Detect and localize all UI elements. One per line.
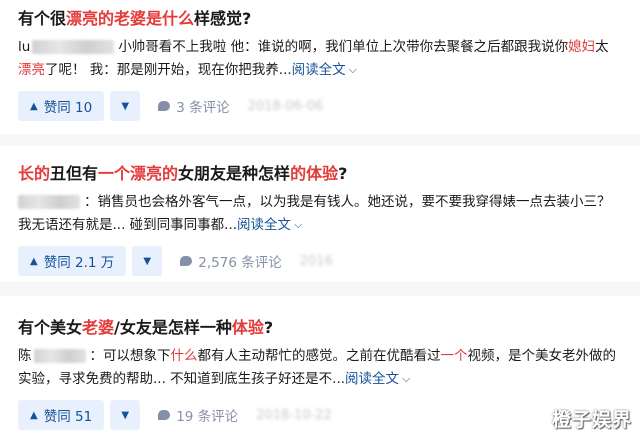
highlighted-text: 什么 bbox=[170, 348, 198, 364]
chevron-down-icon: ⌵ bbox=[294, 218, 303, 231]
answer-card: 有个美女老婆/女友是怎样一种体验? 陈：可以想象下什么都有人主动帮忙的感觉。之前… bbox=[0, 296, 640, 446]
text-segment: 有个很 bbox=[18, 9, 67, 28]
question-title[interactable]: 长的丑但有一个漂亮的女朋友是种怎样的体验? bbox=[18, 163, 622, 185]
chevron-down-icon: ⌵ bbox=[402, 372, 411, 385]
downvote-icon: ▼ bbox=[143, 255, 152, 267]
answer-excerpt[interactable]: ：销售员也会格外客气一点，以为我是有钱人。她还说，要不要我穿得婊一点去装小三？我… bbox=[18, 191, 622, 237]
question-title[interactable]: 有个很漂亮的老婆是什么样感觉? bbox=[18, 8, 622, 30]
highlighted-text: 老婆 bbox=[82, 318, 115, 337]
upvote-button[interactable]: ▲ 赞同 2.1 万 bbox=[18, 246, 127, 276]
downvote-button[interactable]: ▼ bbox=[132, 246, 163, 276]
upvote-icon: ▲ bbox=[30, 100, 38, 112]
highlighted-text: 漂亮 bbox=[18, 62, 45, 78]
question-title[interactable]: 有个美女老婆/女友是怎样一种体验? bbox=[18, 317, 622, 339]
text-segment: ：销售员也会格外客气一点，以为我是有钱人。她还说，要不要我穿得婊一点去装小三？我… bbox=[18, 194, 611, 233]
answer-excerpt[interactable]: 陈：可以想象下什么都有人主动帮忙的感觉。之前在优酷看过一个视频，是个美女老外做的… bbox=[18, 345, 622, 391]
blurred-author bbox=[32, 40, 115, 54]
answer-card: 长的丑但有一个漂亮的女朋友是种怎样的体验? ：销售员也会格外客气一点，以为我是有… bbox=[0, 146, 640, 282]
downvote-icon: ▼ bbox=[121, 409, 130, 421]
text-segment: 都有人主动帮忙的感觉。之前在优酷看过 bbox=[197, 348, 441, 364]
action-bar: ▲ 赞同 10 ▼ 3 条评论 2018-06-06 bbox=[18, 91, 622, 121]
text-segment: 样感觉? bbox=[194, 9, 252, 28]
watermark: 橙子娱界 bbox=[551, 409, 632, 431]
highlighted-text: 一个 bbox=[440, 348, 468, 364]
text-segment: 有个美女 bbox=[18, 318, 83, 337]
text-segment: 了呢！ 我：那是刚开始，现在你把我养... bbox=[45, 62, 292, 78]
highlighted-text: 的体验 bbox=[290, 164, 339, 183]
comment-button[interactable]: 19 条评论 bbox=[158, 405, 238, 425]
highlighted-text: 媳妇 bbox=[568, 39, 596, 55]
text-segment: ? bbox=[263, 318, 274, 337]
action-bar: ▲ 赞同 51 ▼ 19 条评论 2018-10-22 bbox=[18, 400, 622, 430]
text-segment: ? bbox=[338, 164, 348, 183]
comment-icon bbox=[180, 256, 193, 266]
highlighted-text: 一个漂亮的 bbox=[98, 164, 179, 183]
highlighted-text: 漂亮的老婆是什么 bbox=[66, 9, 195, 28]
comment-icon bbox=[158, 101, 171, 111]
author-name[interactable]: 陈 bbox=[18, 345, 90, 368]
text-segment: ：可以想象下 bbox=[89, 348, 171, 364]
answer-excerpt[interactable]: lu 小帅哥看不上我啦 他：谁说的啊，我们单位上次带你去聚餐之后都跟我说你媳妇太漂… bbox=[18, 36, 622, 82]
upvote-icon: ▲ bbox=[30, 255, 38, 267]
comment-icon bbox=[158, 410, 171, 420]
blurred-author bbox=[18, 195, 80, 209]
highlighted-text: 长的 bbox=[18, 164, 51, 183]
answer-date: 2018-10-22 bbox=[256, 407, 332, 423]
text-segment: 丑但有 bbox=[50, 164, 99, 183]
downvote-button[interactable]: ▼ bbox=[110, 400, 141, 430]
upvote-button[interactable]: ▲ 赞同 51 bbox=[18, 400, 105, 430]
text-segment: 小帅哥看不上我啦 他：谁说的啊，我们单位上次带你去聚餐之后都跟我说你 bbox=[118, 39, 569, 55]
highlighted-text: 体验 bbox=[231, 318, 264, 337]
answer-date: 2016 bbox=[299, 253, 333, 269]
read-more-link[interactable]: 阅读全文 ⌵ bbox=[292, 62, 357, 78]
answer-card: 有个很漂亮的老婆是什么样感觉? lu 小帅哥看不上我啦 他：谁说的啊，我们单位上次… bbox=[0, 0, 640, 134]
comment-button[interactable]: 2,576 条评论 bbox=[180, 251, 282, 271]
read-more-link[interactable]: 阅读全文 ⌵ bbox=[237, 217, 302, 233]
downvote-button[interactable]: ▼ bbox=[110, 91, 141, 121]
chevron-down-icon: ⌵ bbox=[348, 63, 358, 76]
upvote-button[interactable]: ▲ 赞同 10 bbox=[18, 91, 105, 121]
author-name[interactable] bbox=[18, 191, 84, 214]
text-segment: 太 bbox=[595, 39, 609, 55]
text-segment: 女朋友是种怎样 bbox=[178, 164, 291, 183]
upvote-icon: ▲ bbox=[30, 409, 38, 421]
author-name[interactable]: lu bbox=[18, 36, 118, 59]
answer-date: 2018-06-06 bbox=[247, 98, 324, 114]
read-more-link[interactable]: 阅读全文 ⌵ bbox=[345, 371, 410, 387]
blurred-author bbox=[33, 349, 86, 363]
comment-button[interactable]: 3 条评论 bbox=[158, 96, 230, 116]
downvote-icon: ▼ bbox=[121, 100, 130, 112]
text-segment: /女友是怎样一种 bbox=[114, 318, 232, 337]
action-bar: ▲ 赞同 2.1 万 ▼ 2,576 条评论 2016 bbox=[18, 246, 622, 276]
